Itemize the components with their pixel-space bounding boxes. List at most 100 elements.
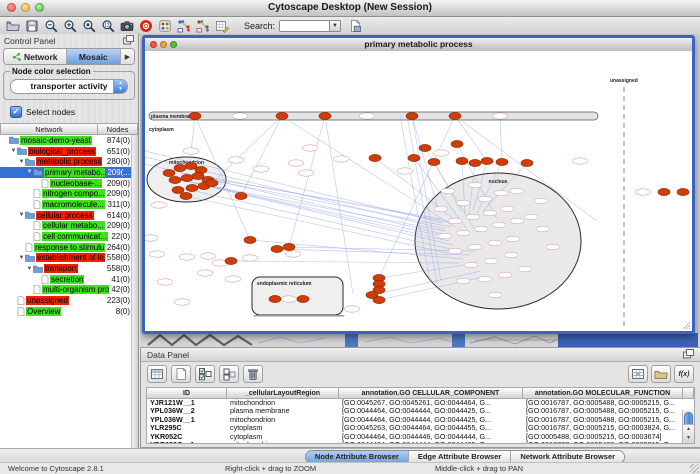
minimize-view-icon[interactable] (160, 41, 167, 48)
highlighted-node[interactable] (373, 296, 385, 303)
tree-row[interactable]: cell communicat...22(0) (0, 231, 138, 242)
node[interactable] (333, 156, 349, 162)
table-cell[interactable]: [GO:0016787, GO:0005488, GO:0005215, G..… (523, 441, 694, 443)
highlighted-node[interactable] (419, 144, 431, 151)
node[interactable] (448, 248, 462, 254)
column-header[interactable]: _cellularLayoutRegion (227, 388, 339, 399)
node[interactable] (484, 258, 498, 264)
highlighted-node[interactable] (163, 169, 175, 176)
tree-row[interactable]: nucleobase-...209(0) (0, 178, 138, 189)
node[interactable] (253, 166, 269, 172)
table-cell[interactable]: YPL036W__1 (147, 416, 227, 424)
tree-scrollbar[interactable] (131, 135, 138, 448)
node[interactable] (285, 251, 301, 257)
node[interactable] (488, 292, 502, 298)
expand-arrow-icon[interactable]: ▼ (26, 266, 33, 272)
tree-row[interactable]: ▼establishment of lo...558(0) (0, 253, 138, 264)
highlighted-node[interactable] (428, 158, 440, 165)
highlighted-node[interactable] (271, 245, 283, 252)
highlighted-node[interactable] (658, 188, 670, 195)
attribute-select-icon[interactable] (147, 365, 167, 383)
highlighted-node[interactable] (521, 159, 533, 166)
node[interactable] (298, 170, 314, 176)
open-file-icon[interactable] (5, 18, 21, 33)
tree-row[interactable]: mosaic-demo-yeast874(0) (0, 135, 138, 146)
node[interactable] (464, 262, 478, 268)
highlighted-node[interactable] (276, 112, 288, 119)
node[interactable] (288, 160, 304, 166)
close-view-icon[interactable] (150, 41, 157, 48)
table-cell[interactable]: YPL036W__2 (147, 407, 227, 415)
snapshot-icon[interactable] (119, 18, 135, 33)
highlighted-node[interactable] (469, 159, 481, 166)
tree-row[interactable]: unassigned223(0) (0, 295, 138, 306)
attribute-clear-icon[interactable] (219, 365, 239, 383)
node[interactable] (397, 168, 413, 174)
node[interactable] (478, 276, 492, 282)
zoom-out-icon[interactable] (43, 18, 59, 33)
table-cell[interactable]: [GO:0005488, GO:0005215, GO:0003674] (523, 433, 694, 441)
table-cell[interactable]: [GO:0044464, GO:0044444, GO:0044425, G..… (339, 416, 523, 424)
table-cell[interactable]: YKR052C (147, 433, 227, 441)
tree-row[interactable]: response to stimulu...264(0) (0, 242, 138, 253)
help-lifering-icon[interactable] (138, 18, 154, 33)
table-cell[interactable]: plasma membrane (227, 407, 339, 415)
edit-attributes-icon[interactable] (214, 18, 230, 33)
table-cell[interactable]: mitochondrion (227, 399, 339, 407)
tree-row[interactable]: ▼metabolic process280(0) (0, 156, 138, 167)
column-header[interactable]: ID (147, 388, 227, 399)
highlighted-node[interactable] (297, 295, 309, 302)
highlighted-node[interactable] (189, 112, 201, 119)
tree-row[interactable]: Overview8(0) (0, 306, 138, 317)
search-field[interactable] (279, 20, 329, 32)
table-cell[interactable]: [GO:0016787, GO:0005488, GO:0005215, G..… (523, 407, 694, 415)
node[interactable] (441, 188, 455, 194)
node[interactable] (157, 279, 173, 285)
node[interactable] (433, 150, 449, 156)
table-cell[interactable]: [GO:0016787, GO:0005488, GO:0005215, G..… (523, 416, 694, 424)
table-cell[interactable]: [GO:0016787, GO:0005215, GO:0003824, G..… (523, 424, 694, 432)
node[interactable] (546, 244, 560, 250)
highlighted-node[interactable] (235, 192, 247, 199)
highlighted-node[interactable] (677, 188, 689, 195)
zoom-in-icon[interactable] (62, 18, 78, 33)
node[interactable] (478, 196, 492, 202)
zoom-selected-icon[interactable] (81, 18, 97, 33)
zoom-window-icon[interactable] (35, 3, 44, 12)
table-cell[interactable]: [GO:0045263, GO:0044464, GO:0044455, G..… (339, 424, 523, 432)
zoom-view-icon[interactable] (170, 41, 177, 48)
node[interactable] (488, 240, 502, 246)
table-row[interactable]: YDR039C__1mitochondrion[GO:0044464, GO:0… (147, 441, 694, 443)
node[interactable] (456, 200, 470, 206)
table-cell[interactable]: [GO:0044464, GO:0044444, GO:0044425, G..… (339, 407, 523, 415)
node[interactable] (434, 206, 448, 212)
node[interactable] (456, 278, 470, 284)
search-input[interactable]: ▼ (279, 20, 341, 32)
node[interactable] (151, 202, 167, 208)
tree-row[interactable]: macromolecule...311(0) (0, 199, 138, 210)
node[interactable] (344, 306, 360, 312)
close-window-icon[interactable] (7, 3, 16, 12)
expand-arrow-icon[interactable]: ▼ (10, 148, 17, 154)
node[interactable] (468, 182, 482, 188)
node[interactable] (149, 251, 165, 257)
node[interactable] (448, 218, 462, 224)
node[interactable] (572, 158, 588, 164)
node[interactable] (474, 226, 488, 232)
table-row[interactable]: YJR121W__1mitochondrion[GO:0045267, GO:0… (147, 399, 694, 407)
node[interactable] (536, 226, 550, 232)
folder-icon[interactable] (651, 365, 671, 383)
float-panel-icon[interactable] (123, 35, 134, 47)
highlighted-node[interactable] (369, 154, 381, 161)
table-cell[interactable]: YLR295C (147, 424, 227, 432)
node[interactable] (232, 113, 248, 119)
attribute-delete-icon[interactable] (243, 365, 263, 383)
highlighted-node[interactable] (269, 295, 281, 302)
tree-row[interactable]: ▼biological_process651(0) (0, 146, 138, 157)
node[interactable] (197, 270, 213, 276)
tree-row[interactable]: secretion41(0) (0, 274, 138, 285)
node[interactable] (518, 266, 532, 272)
table-row[interactable]: YKR052Ccytoplasm[GO:0044464, GO:0044446,… (147, 433, 694, 441)
node[interactable] (492, 113, 508, 119)
save-session-icon[interactable] (24, 18, 40, 33)
